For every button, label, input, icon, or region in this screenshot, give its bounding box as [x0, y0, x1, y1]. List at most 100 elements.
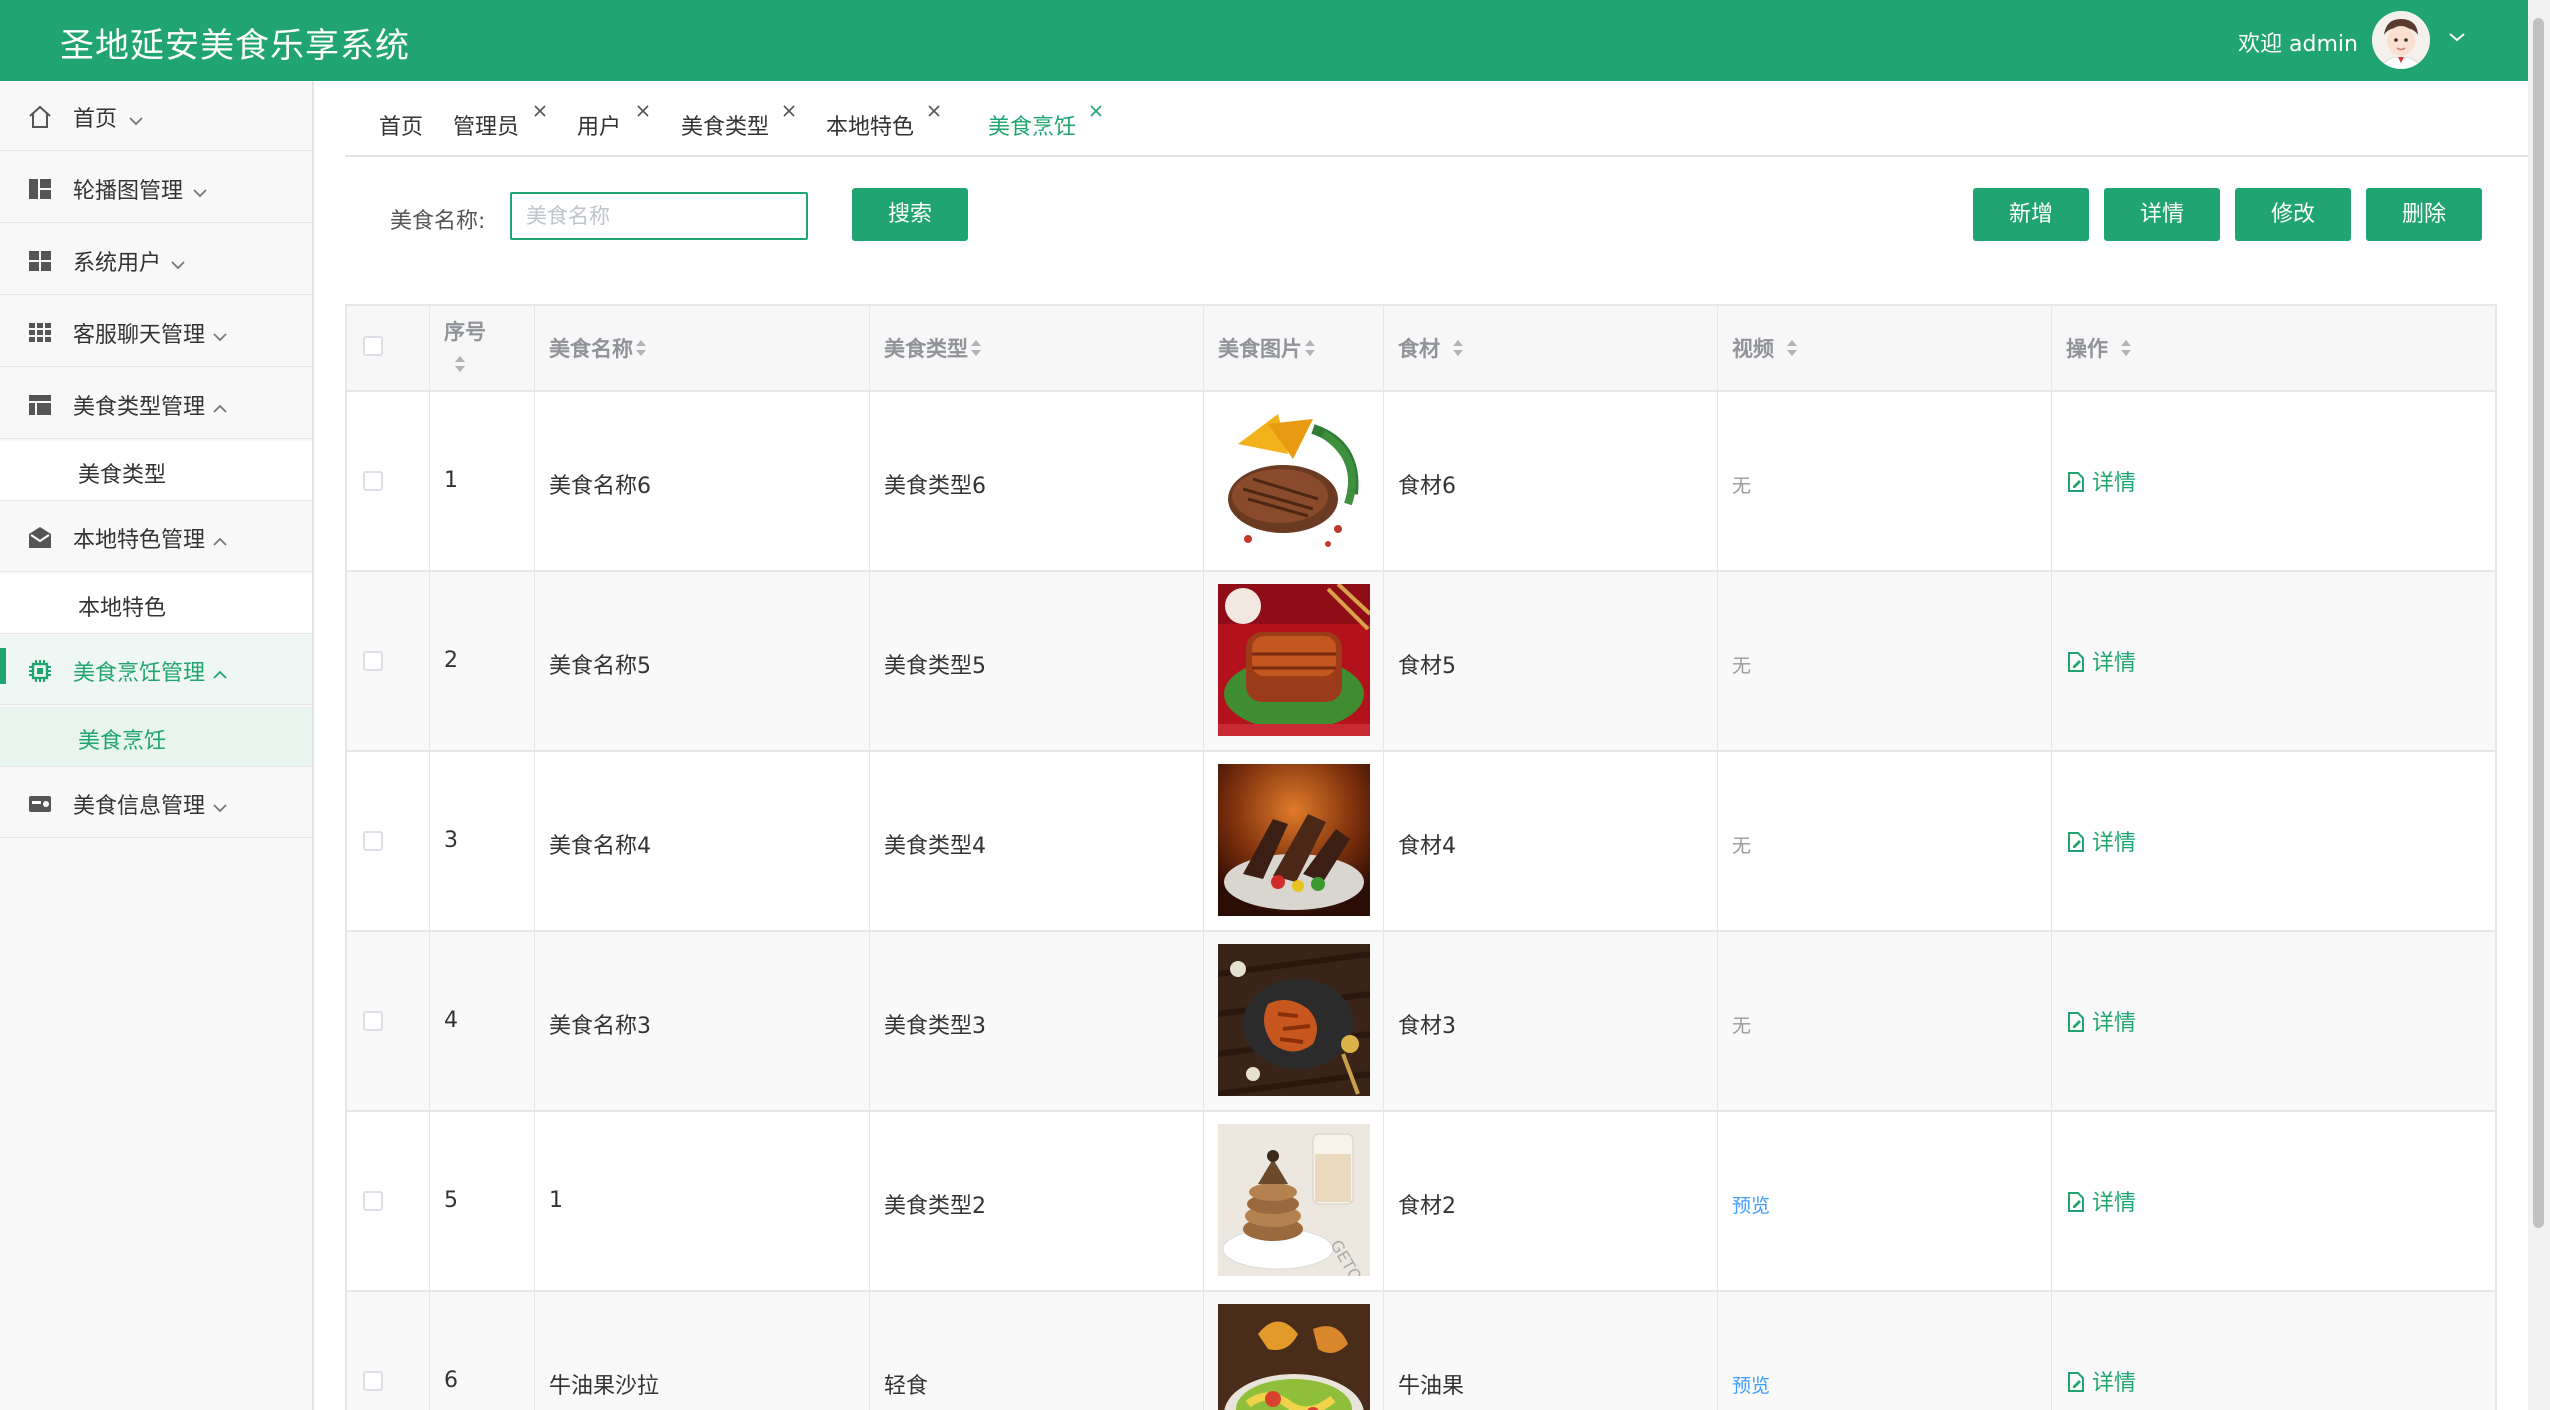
edit-button[interactable]: 修改: [2235, 188, 2351, 241]
add-button[interactable]: 新增: [1973, 188, 2089, 241]
column-header-label: 美食图片: [1218, 337, 1302, 361]
detail-link-label: 详情: [2092, 1371, 2137, 1396]
page-scrollbar-thumb[interactable]: [2533, 18, 2544, 1228]
close-icon[interactable]: [635, 103, 651, 119]
grid-icon: [26, 247, 54, 275]
cell-image: [1204, 752, 1384, 930]
row-detail-link[interactable]: 详情: [2066, 1005, 2136, 1037]
column-header-name[interactable]: 美食名称: [535, 306, 870, 390]
search-button[interactable]: 搜索: [852, 188, 968, 241]
sidebar-item-label: 美食烹饪管理: [73, 661, 206, 686]
sidebar-item-local-specialty-mgmt[interactable]: 本地特色管理: [0, 502, 312, 572]
food-image-steak[interactable]: [1218, 404, 1370, 556]
row-select-cell: [347, 1112, 430, 1290]
search-input[interactable]: [510, 192, 808, 240]
table-row[interactable]: 6 牛油果沙拉 轻食 牛油果 预览 详情: [347, 1292, 2495, 1410]
table-row[interactable]: 5 1 美食类型2 GETO 食材2 预览 详情: [347, 1112, 2495, 1292]
sort-icon[interactable]: [1304, 338, 1316, 358]
row-select-cell: [347, 572, 430, 750]
table-row[interactable]: 2 美食名称5 美食类型5 食材5 无 详情: [347, 572, 2495, 752]
detail-button[interactable]: 详情: [2104, 188, 2220, 241]
chevron-down-icon: [212, 794, 228, 819]
column-header-index[interactable]: 序号: [430, 306, 535, 390]
row-checkbox[interactable]: [363, 1371, 383, 1391]
food-image-avocado-salad[interactable]: [1218, 1304, 1370, 1410]
row-detail-link[interactable]: 详情: [2066, 1365, 2136, 1397]
cell-text: 美食名称6: [549, 474, 651, 499]
food-image-stirfry[interactable]: [1218, 944, 1370, 1096]
sidebar-item-carousel[interactable]: 轮播图管理: [0, 153, 312, 223]
avatar[interactable]: [2372, 11, 2430, 69]
sort-icon[interactable]: [1452, 338, 1464, 358]
row-detail-link[interactable]: 详情: [2066, 645, 2136, 677]
sidebar-item-cooking-mgmt[interactable]: 美食烹饪管理: [0, 635, 312, 705]
sort-icon[interactable]: [635, 338, 647, 358]
close-icon[interactable]: [781, 103, 797, 119]
sidebar-item-system-users[interactable]: 系统用户: [0, 225, 312, 295]
home-icon: [26, 103, 54, 131]
video-empty-text: 无: [1732, 1015, 1752, 1037]
row-checkbox[interactable]: [363, 1191, 383, 1211]
column-header-video[interactable]: 视频: [1718, 306, 2052, 390]
video-preview-link[interactable]: 预览: [1732, 1371, 1770, 1398]
row-checkbox[interactable]: [363, 651, 383, 671]
cell-name: 美食名称4: [535, 752, 870, 930]
sidebar-item-home[interactable]: 首页: [0, 81, 312, 151]
sidebar-item-label: 系统用户: [73, 251, 162, 276]
tab-food-type[interactable]: 美食类型: [681, 109, 769, 141]
sort-icon[interactable]: [2120, 338, 2132, 358]
column-header-actions[interactable]: 操作: [2052, 306, 2495, 390]
cell-text: 1: [444, 468, 458, 493]
document-edit-icon: [2068, 652, 2084, 672]
sort-icon[interactable]: [1786, 338, 1798, 358]
sort-icon[interactable]: [454, 354, 466, 374]
select-all-checkbox[interactable]: [363, 336, 383, 356]
column-header-label: 序号: [444, 320, 486, 344]
sidebar-item-label: 本地特色管理: [73, 528, 206, 553]
close-icon[interactable]: [926, 103, 942, 119]
card-icon: [26, 790, 54, 818]
sidebar-item-food-info-mgmt[interactable]: 美食信息管理: [0, 768, 312, 838]
cell-actions: 详情: [2052, 752, 2495, 930]
sidebar-item-chat[interactable]: 客服聊天管理: [0, 297, 312, 367]
cell-text: 美食类型2: [884, 1194, 986, 1219]
column-header-type[interactable]: 美食类型: [870, 306, 1204, 390]
row-detail-link[interactable]: 详情: [2066, 465, 2136, 497]
sidebar-subitem-local-specialty[interactable]: 本地特色: [0, 574, 312, 634]
table-row[interactable]: 1 美食名称6 美食类型6 食材6 无 详情: [347, 392, 2495, 572]
tab-admin[interactable]: 管理员: [453, 109, 519, 141]
row-checkbox[interactable]: [363, 831, 383, 851]
table-row[interactable]: 4 美食名称3 美食类型3 食材3 无 详情: [347, 932, 2495, 1112]
cell-video: 无: [1718, 752, 2052, 930]
tab-user[interactable]: 用户: [577, 109, 621, 141]
row-detail-link[interactable]: 详情: [2066, 1185, 2136, 1217]
food-image-pork[interactable]: [1218, 584, 1370, 736]
table-row[interactable]: 3 美食名称4 美食类型4 食材4 无 详情: [347, 752, 2495, 932]
column-header-image[interactable]: 美食图片: [1204, 306, 1384, 390]
cell-text: 美食类型5: [884, 654, 986, 679]
food-image-dessert[interactable]: GETO: [1218, 1124, 1370, 1276]
cell-text: 5: [444, 1188, 458, 1213]
sidebar-item-food-type-mgmt[interactable]: 美食类型管理: [0, 369, 312, 439]
food-image-ribs[interactable]: [1218, 764, 1370, 916]
row-checkbox[interactable]: [363, 1011, 383, 1031]
close-icon[interactable]: [1088, 103, 1104, 119]
close-icon[interactable]: [532, 103, 548, 119]
chevron-down-icon: [170, 251, 186, 276]
cell-actions: 详情: [2052, 1292, 2495, 1410]
tab-home[interactable]: 首页: [379, 109, 423, 141]
sort-icon[interactable]: [970, 338, 982, 358]
delete-button[interactable]: 删除: [2366, 188, 2482, 241]
row-detail-link[interactable]: 详情: [2066, 825, 2136, 857]
chevron-down-icon[interactable]: [2448, 28, 2466, 47]
tab-cooking[interactable]: 美食烹饪: [988, 109, 1076, 141]
video-preview-link[interactable]: 预览: [1732, 1191, 1770, 1218]
document-edit-icon: [2068, 832, 2084, 852]
row-checkbox[interactable]: [363, 471, 383, 491]
tab-local-specialty[interactable]: 本地特色: [826, 109, 914, 141]
cell-name: 美食名称3: [535, 932, 870, 1110]
sidebar-subitem-cooking[interactable]: 美食烹饪: [0, 707, 312, 767]
column-header-label: 美食名称: [549, 337, 633, 361]
column-header-ingredients[interactable]: 食材: [1384, 306, 1718, 390]
sidebar-subitem-food-type[interactable]: 美食类型: [0, 441, 312, 501]
